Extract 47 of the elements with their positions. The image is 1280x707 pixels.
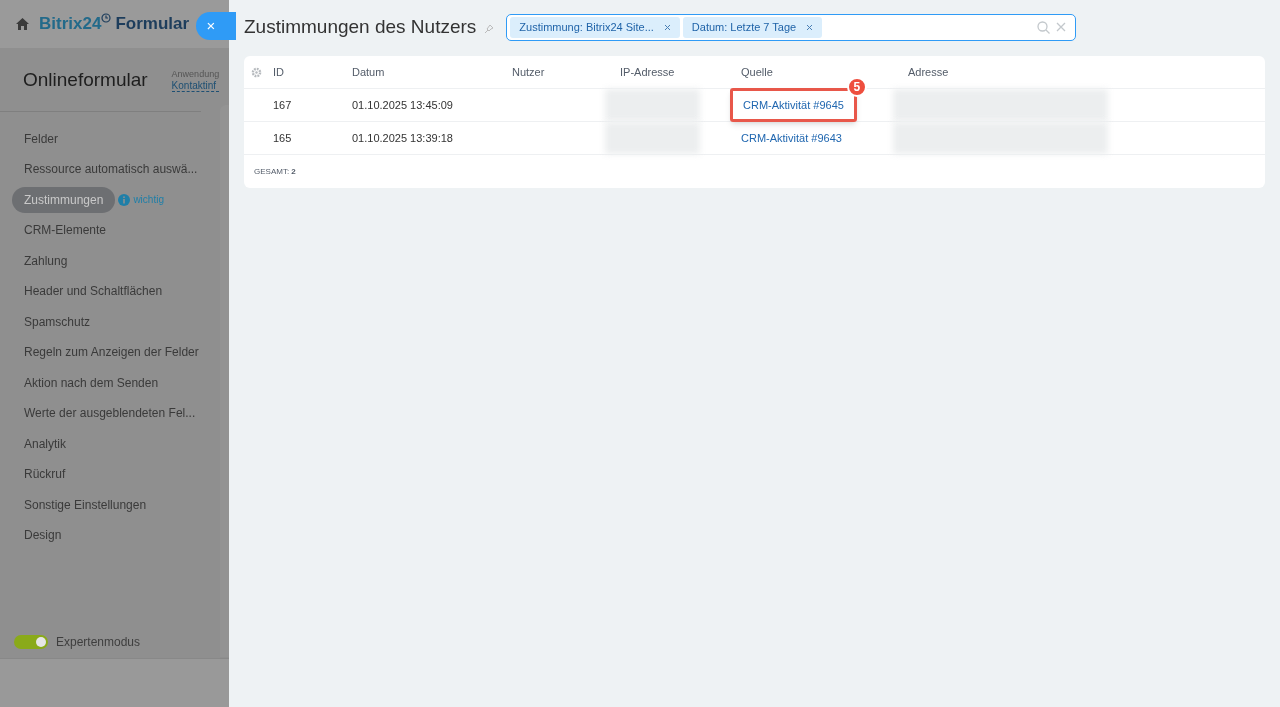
filter-tag[interactable]: Zustimmung: Bitrix24 Site... bbox=[510, 16, 680, 38]
table-cell-text: 167 bbox=[273, 97, 292, 113]
sidebar-item[interactable]: Felder bbox=[12, 125, 70, 152]
sidebar-item[interactable]: Regeln zum Anzeigen der Felder bbox=[12, 339, 211, 366]
sidebar-item[interactable]: Design bbox=[12, 522, 74, 549]
sidebar-item[interactable]: Analytik bbox=[12, 430, 79, 457]
total-count: GESAMT: 2 bbox=[254, 165, 296, 178]
column-header[interactable]: ID bbox=[273, 63, 352, 81]
pin-icon[interactable] bbox=[484, 24, 495, 34]
info-icon bbox=[118, 193, 131, 206]
app-title: Bitrix24 bbox=[39, 13, 102, 36]
sidebar-item[interactable]: Rückruf bbox=[12, 461, 78, 488]
column-header[interactable]: Datum bbox=[352, 63, 512, 81]
column-header[interactable]: Adresse bbox=[908, 63, 1108, 81]
clock-icon bbox=[101, 13, 112, 24]
filter-field[interactable]: Zustimmung: Bitrix24 Site... Datum: Letzte 7 Tage bbox=[506, 13, 1077, 41]
step-badge: 5 bbox=[846, 76, 867, 97]
column-header[interactable]: IP-Adresse bbox=[620, 63, 741, 81]
search-icon[interactable] bbox=[1037, 20, 1051, 34]
table-cell-text: 01.10.2025 13:45:09 bbox=[352, 97, 453, 113]
clear-icon[interactable] bbox=[1056, 22, 1067, 32]
sidebar-item[interactable]: Sonstige Einstellungen bbox=[12, 491, 159, 518]
sidebar-item[interactable]: Spamschutz bbox=[12, 308, 103, 335]
home-icon[interactable] bbox=[16, 18, 29, 30]
source-link[interactable]: CRM-Aktivität #9643 bbox=[741, 129, 842, 147]
table-cell-text: 165 bbox=[273, 130, 292, 146]
remove-icon[interactable] bbox=[663, 23, 671, 31]
sidebar-item[interactable]: Aktion nach dem Senden bbox=[12, 369, 171, 396]
sidebar-item[interactable]: Werte der ausgeblendeten Fel... bbox=[12, 400, 208, 427]
table-cell-text: 01.10.2025 13:39:18 bbox=[352, 130, 453, 146]
toggle-label: Expertenmodus bbox=[56, 634, 141, 651]
sidebar-item[interactable]: Zustimmungen bbox=[12, 186, 116, 213]
remove-icon[interactable] bbox=[806, 23, 814, 31]
application-link[interactable]: Kontaktinf bbox=[171, 79, 220, 92]
page-title: Onlineformular bbox=[23, 68, 148, 92]
app-subtitle: Formular bbox=[115, 13, 190, 36]
panel-title: Zustimmungen des Nutzers bbox=[244, 14, 477, 39]
sidebar-item[interactable]: Header und Schaltflächen bbox=[12, 278, 175, 305]
close-button[interactable]: × bbox=[196, 12, 236, 40]
filter-tag[interactable]: Datum: Letzte 7 Tage bbox=[682, 16, 823, 38]
sidebar-item[interactable]: Ressource automatisch auswä... bbox=[12, 156, 210, 183]
sidebar-item[interactable]: Zahlung bbox=[12, 247, 80, 274]
toggle-switch[interactable] bbox=[14, 635, 48, 649]
column-header[interactable]: Nutzer bbox=[512, 63, 620, 81]
settings-icon[interactable] bbox=[251, 66, 262, 78]
sidebar-item[interactable]: CRM-Elemente bbox=[12, 217, 119, 244]
source-link[interactable]: CRM-Aktivität #9645 bbox=[743, 98, 844, 111]
